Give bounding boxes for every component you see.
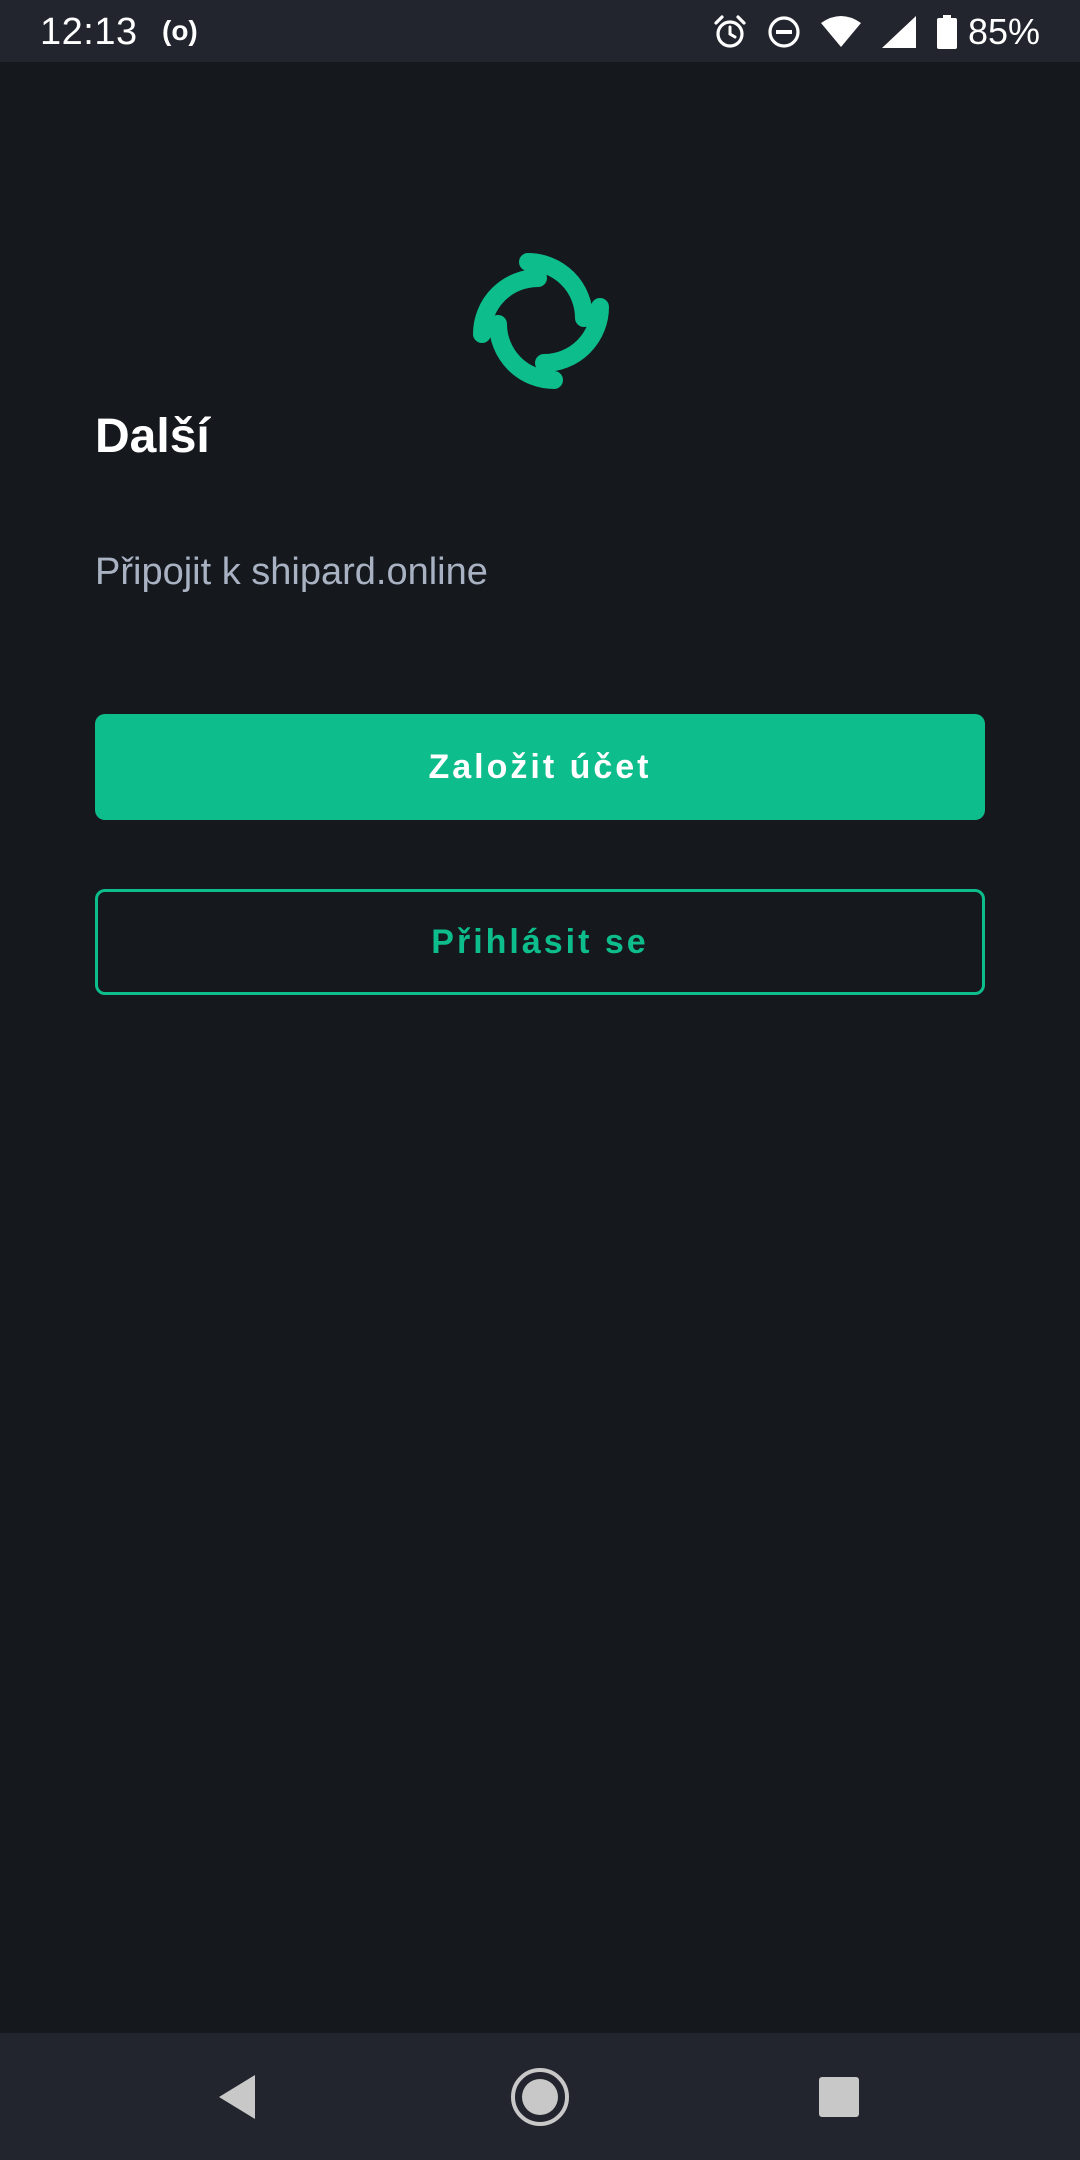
wifi-icon [820,16,861,47]
do-not-disturb-icon [768,16,800,48]
back-icon [219,2074,255,2119]
recents-button[interactable] [759,2033,919,2160]
battery-icon [936,15,957,49]
sign-in-label: Přihlásit se [431,922,649,961]
battery-percent: 85% [967,11,1040,52]
hotspot-icon: (o) [162,15,198,46]
status-time: 12:13 [40,11,138,53]
recents-icon [819,2076,859,2117]
screen: 12:13 (o) 85% Další Připojit k shipard.o… [0,0,1080,2160]
create-account-label: Založit účet [428,747,652,786]
element-logo-icon [473,253,609,389]
status-icons: 85% [712,10,1040,54]
page-title: Další [95,410,210,463]
create-account-button[interactable]: Založit účet [95,714,985,820]
server-subtitle: Připojit k shipard.online [95,551,488,593]
home-icon [511,2067,569,2126]
navigation-bar [0,2033,1080,2160]
cell-signal-icon [881,16,916,48]
back-button[interactable] [157,2033,317,2160]
sign-in-button[interactable]: Přihlásit se [95,889,985,995]
alarm-icon [714,15,746,48]
status-bar: 12:13 (o) 85% [0,0,1080,62]
home-button[interactable] [460,2033,620,2160]
